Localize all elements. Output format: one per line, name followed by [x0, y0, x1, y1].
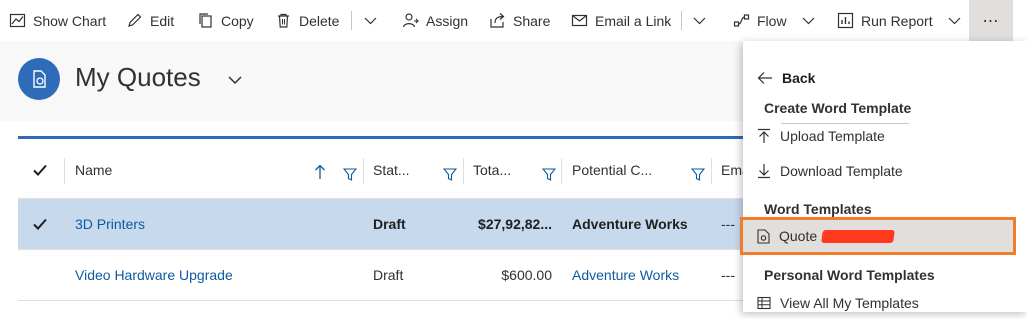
personal-word-templates-heading: Personal Word Templates	[764, 267, 935, 283]
back-label: Back	[782, 70, 816, 86]
report-icon	[837, 12, 854, 29]
quote-entity-icon	[18, 58, 60, 100]
filter-icon[interactable]	[542, 168, 556, 181]
assign-label: Assign	[426, 12, 469, 29]
show-chart-label: Show Chart	[33, 12, 107, 29]
email-cell: ---	[721, 216, 735, 232]
upload-template-label: Upload Template	[780, 128, 885, 144]
delete-label: Delete	[299, 12, 340, 29]
chevron-down-icon	[364, 17, 377, 25]
row-checkbox[interactable]	[32, 250, 52, 300]
status-cell: Draft	[373, 267, 404, 283]
row-checkbox[interactable]	[32, 199, 48, 249]
share-button[interactable]: Share	[489, 0, 550, 41]
pencil-icon	[128, 13, 142, 27]
column-divider	[561, 158, 562, 184]
download-template-item[interactable]: Download Template	[743, 155, 1013, 187]
redaction-mark	[821, 229, 896, 243]
word-document-icon	[757, 228, 770, 244]
total-cell: $27,92,82...	[478, 216, 552, 232]
trash-icon	[278, 13, 289, 28]
upload-icon	[758, 128, 770, 143]
potential-customer-link[interactable]: Adventure Works	[572, 199, 688, 249]
copy-button[interactable]: Copy	[197, 0, 254, 41]
email-dropdown-button[interactable]	[691, 0, 708, 41]
page-title: My Quotes	[75, 62, 201, 92]
quote-name-link[interactable]: 3D Printers	[75, 199, 145, 249]
column-divider	[363, 158, 364, 184]
total-cell: $600.00	[501, 267, 552, 283]
chevron-down-icon	[802, 17, 814, 25]
view-all-templates-item[interactable]: View All My Templates	[743, 287, 1013, 319]
run-report-button[interactable]: Run Report	[837, 0, 963, 41]
command-bar: Show Chart Edit Copy Delete Assign Share…	[0, 0, 1027, 42]
email-link-button[interactable]: Email a Link	[571, 0, 671, 41]
column-header-name[interactable]: Name	[75, 142, 112, 198]
grid-view-icon	[757, 296, 771, 310]
checkmark-icon	[33, 218, 47, 230]
share-icon	[490, 13, 505, 28]
toolbar-divider	[681, 11, 682, 30]
assign-button[interactable]: Assign	[402, 0, 468, 41]
download-template-label: Download Template	[780, 163, 903, 179]
quote-template-item[interactable]: Quote	[740, 217, 1016, 255]
word-templates-flyout: Back Create Word Template Upload Templat…	[740, 41, 1027, 312]
upload-template-item[interactable]: Upload Template	[743, 120, 1013, 152]
assign-person-icon	[402, 13, 419, 28]
more-commands-button[interactable]: ⋯	[969, 0, 1013, 41]
show-chart-button[interactable]: Show Chart	[9, 0, 106, 41]
word-templates-heading: Word Templates	[764, 201, 872, 217]
email-cell: ---	[721, 267, 735, 283]
share-label: Share	[513, 12, 551, 29]
flow-icon	[733, 14, 750, 27]
column-header-label: Tota...	[473, 162, 512, 178]
toolbar-divider	[351, 11, 352, 30]
column-header-label: Potential C...	[572, 162, 653, 178]
edit-label: Edit	[150, 12, 175, 29]
filter-icon[interactable]	[691, 168, 705, 181]
create-word-template-heading: Create Word Template	[764, 100, 912, 116]
status-cell: Draft	[373, 216, 406, 232]
column-divider	[463, 158, 464, 184]
view-selector-chevron-icon[interactable]	[227, 72, 243, 88]
quote-template-label: Quote	[779, 228, 818, 244]
email-icon	[571, 14, 588, 27]
run-report-label: Run Report	[861, 12, 933, 29]
copy-label: Copy	[221, 12, 254, 29]
chart-icon	[9, 13, 26, 28]
filter-icon[interactable]	[443, 168, 457, 181]
more-icon: ⋯	[982, 12, 1000, 30]
back-arrow-icon	[757, 72, 772, 84]
column-divider	[64, 158, 65, 184]
column-header-total[interactable]: Tota...	[473, 142, 511, 198]
filter-icon[interactable]	[343, 168, 357, 181]
flow-button[interactable]: Flow	[733, 0, 817, 41]
chevron-down-icon	[948, 17, 961, 25]
sort-ascending-icon[interactable]	[314, 164, 326, 180]
quote-name-link[interactable]: Video Hardware Upgrade	[75, 250, 233, 300]
column-header-status[interactable]: Stat...	[373, 142, 410, 198]
view-all-templates-label: View All My Templates	[780, 295, 919, 311]
email-link-label: Email a Link	[595, 12, 672, 29]
download-icon	[758, 164, 770, 179]
delete-dropdown-button[interactable]	[362, 0, 379, 41]
column-header-potential-customer[interactable]: Potential C...	[572, 142, 652, 198]
chevron-down-icon	[693, 17, 706, 25]
delete-button[interactable]: Delete	[275, 0, 339, 41]
column-divider	[711, 158, 712, 184]
column-header-label: Stat...	[373, 162, 410, 178]
select-all-checkbox[interactable]	[32, 142, 48, 198]
checkmark-icon	[33, 164, 47, 176]
potential-customer-link[interactable]: Adventure Works	[572, 250, 679, 300]
flow-label: Flow	[757, 12, 787, 29]
back-button[interactable]: Back	[757, 70, 815, 86]
edit-button[interactable]: Edit	[126, 0, 174, 41]
copy-icon	[199, 13, 212, 28]
column-header-label: Name	[75, 162, 113, 178]
